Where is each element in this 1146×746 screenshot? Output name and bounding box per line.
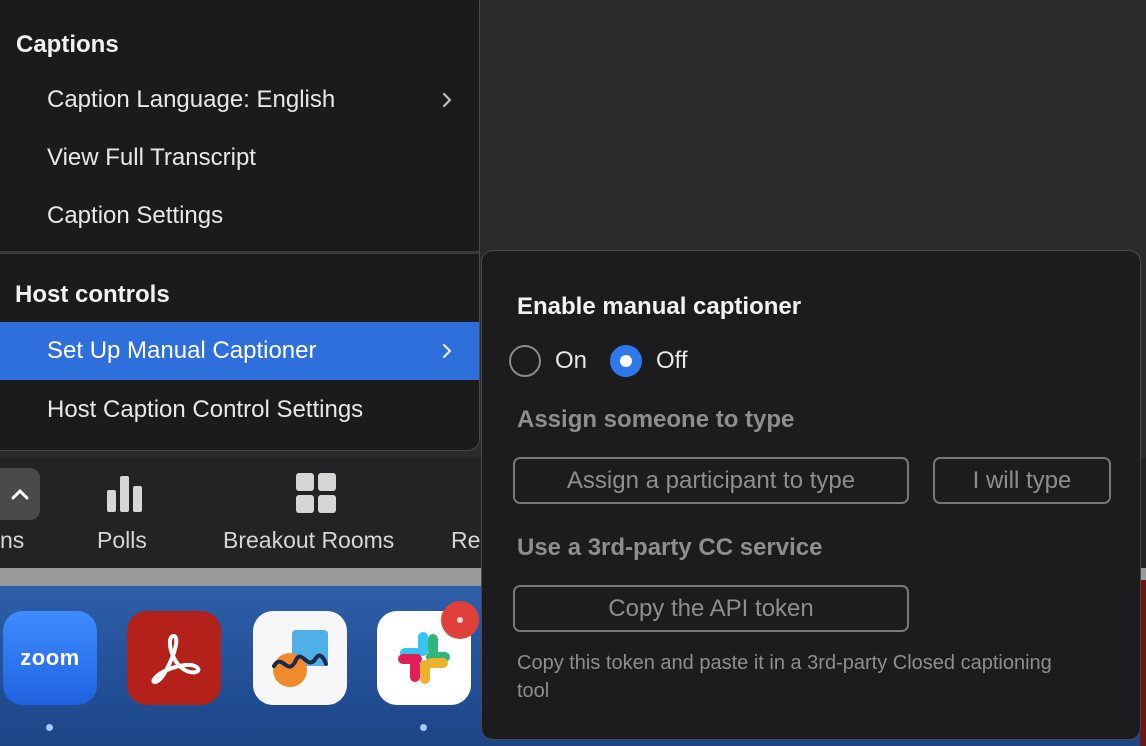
radio-off[interactable] (610, 345, 642, 377)
radio-off-label: Off (656, 347, 688, 374)
chevron-right-icon (442, 343, 452, 359)
breakout-rooms-button[interactable] (294, 470, 338, 514)
grid-icon (296, 473, 336, 513)
polls-label: Polls (97, 527, 147, 553)
manual-captioner-panel: Enable manual captioner On Off Assign so… (481, 250, 1141, 740)
captions-header: Captions (16, 31, 119, 58)
chevron-up-icon (11, 489, 29, 500)
freeform-logo-icon (272, 630, 328, 687)
zoom-logo-text: zoom (20, 645, 80, 670)
notification-dot (457, 617, 463, 623)
zoom-app-icon[interactable]: zoom (3, 611, 97, 705)
toolbar-partial-right-label: Re (451, 527, 481, 553)
i-will-type-button[interactable]: I will type (933, 457, 1111, 504)
more-options-up-button[interactable] (0, 468, 40, 520)
menu-item-label: Caption Settings (47, 202, 224, 229)
menu-item-caption-language[interactable]: Caption Language: English (0, 71, 479, 129)
menu-item-host-caption-control-settings[interactable]: Host Caption Control Settings (0, 381, 479, 439)
radio-on-option[interactable]: On (509, 345, 587, 377)
menu-item-label: Host Caption Control Settings (47, 396, 364, 423)
third-party-cc-heading: Use a 3rd-party CC service (517, 534, 823, 561)
menu-item-set-up-manual-captioner[interactable]: Set Up Manual Captioner (0, 322, 479, 380)
acrobat-logo-icon (151, 634, 201, 685)
menu-item-label: Caption Language: English (47, 86, 336, 113)
notification-badge (441, 601, 479, 639)
acrobat-app-icon[interactable] (127, 611, 221, 705)
api-token-description: Copy this token and paste it in a 3rd-pa… (517, 652, 1052, 702)
toolbar-partial-left-label: ns (0, 527, 25, 553)
radio-on[interactable] (509, 345, 541, 377)
menu-item-label: View Full Transcript (47, 144, 256, 171)
radio-off-option[interactable]: Off (610, 345, 688, 377)
breakout-rooms-label: Breakout Rooms (223, 527, 395, 553)
menu-divider (0, 251, 479, 254)
freeform-app-icon[interactable] (253, 611, 347, 705)
zoom-running-indicator (46, 724, 53, 731)
menu-item-view-full-transcript[interactable]: View Full Transcript (0, 129, 479, 187)
copy-api-token-button[interactable]: Copy the API token (513, 585, 909, 632)
enable-manual-captioner-title: Enable manual captioner (517, 293, 802, 320)
chevron-right-icon (442, 92, 452, 108)
bar-chart-icon (107, 476, 142, 512)
menu-item-label: Set Up Manual Captioner (47, 337, 317, 364)
radio-on-label: On (555, 347, 588, 374)
host-controls-header: Host controls (15, 281, 170, 308)
slack-running-indicator (420, 724, 427, 731)
assign-participant-button[interactable]: Assign a participant to type (513, 457, 909, 504)
menu-item-caption-settings[interactable]: Caption Settings (0, 187, 479, 245)
slack-logo-icon (398, 632, 450, 684)
polls-button[interactable] (104, 470, 144, 514)
assign-someone-heading: Assign someone to type (517, 406, 795, 433)
